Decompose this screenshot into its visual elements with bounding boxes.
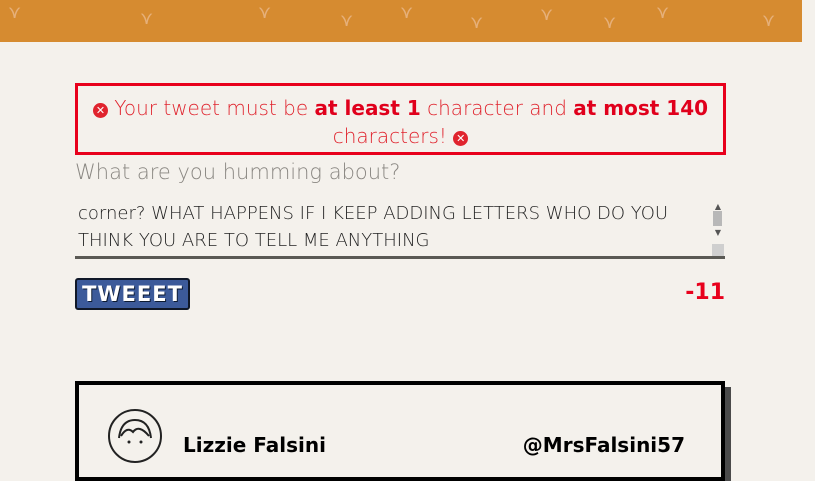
tweet-textarea[interactable]: corner? WHAT HAPPENS IF I KEEP ADDING LE… — [75, 190, 725, 259]
compose-prompt: What are you humming about? — [75, 160, 401, 184]
user-handle[interactable]: @MrsFalsini57 — [523, 433, 685, 457]
character-counter: -11 — [685, 280, 725, 305]
header-banner: ⋎ ⋎ ⋎ ⋎ ⋎ ⋎ ⋎ ⋎ ⋎ ⋎ — [0, 0, 802, 42]
error-text-2: character and — [420, 96, 574, 120]
bird-icon: ⋎ — [400, 2, 414, 23]
bird-icon: ⋎ — [140, 8, 154, 29]
bird-icon: ⋎ — [603, 12, 617, 33]
close-circle-icon: ✕ — [92, 103, 108, 118]
close-circle-icon: ✕ — [453, 131, 469, 146]
tweet-card: Lizzie Falsini @MrsFalsini57 — [75, 381, 725, 481]
tweet-button[interactable]: TWEEET — [75, 278, 190, 310]
bird-icon: ⋎ — [470, 12, 484, 33]
bird-icon: ⋎ — [540, 4, 554, 25]
bird-icon: ⋎ — [762, 10, 776, 31]
scroll-down-icon[interactable]: ▼ — [715, 228, 721, 237]
scroll-up-icon[interactable]: ▲ — [715, 202, 721, 211]
error-text-3: characters! — [332, 124, 447, 148]
bird-icon: ⋎ — [340, 10, 354, 31]
bird-icon: ⋎ — [656, 2, 670, 23]
bird-icon: ⋎ — [8, 2, 22, 23]
error-message: ✕ Your tweet must be at least 1 characte… — [75, 83, 726, 155]
tweet-text[interactable]: corner? WHAT HAPPENS IF I KEEP ADDING LE… — [78, 200, 710, 254]
bird-icon: ⋎ — [258, 2, 272, 23]
resize-grip-icon[interactable] — [712, 244, 724, 256]
user-avatar-icon — [108, 409, 162, 463]
error-min-length: at least 1 — [314, 96, 421, 120]
error-max-length: at most 140 — [573, 96, 709, 120]
error-text-1: Your tweet must be — [114, 96, 315, 120]
user-name[interactable]: Lizzie Falsini — [183, 433, 326, 457]
scroll-thumb[interactable] — [713, 211, 722, 226]
